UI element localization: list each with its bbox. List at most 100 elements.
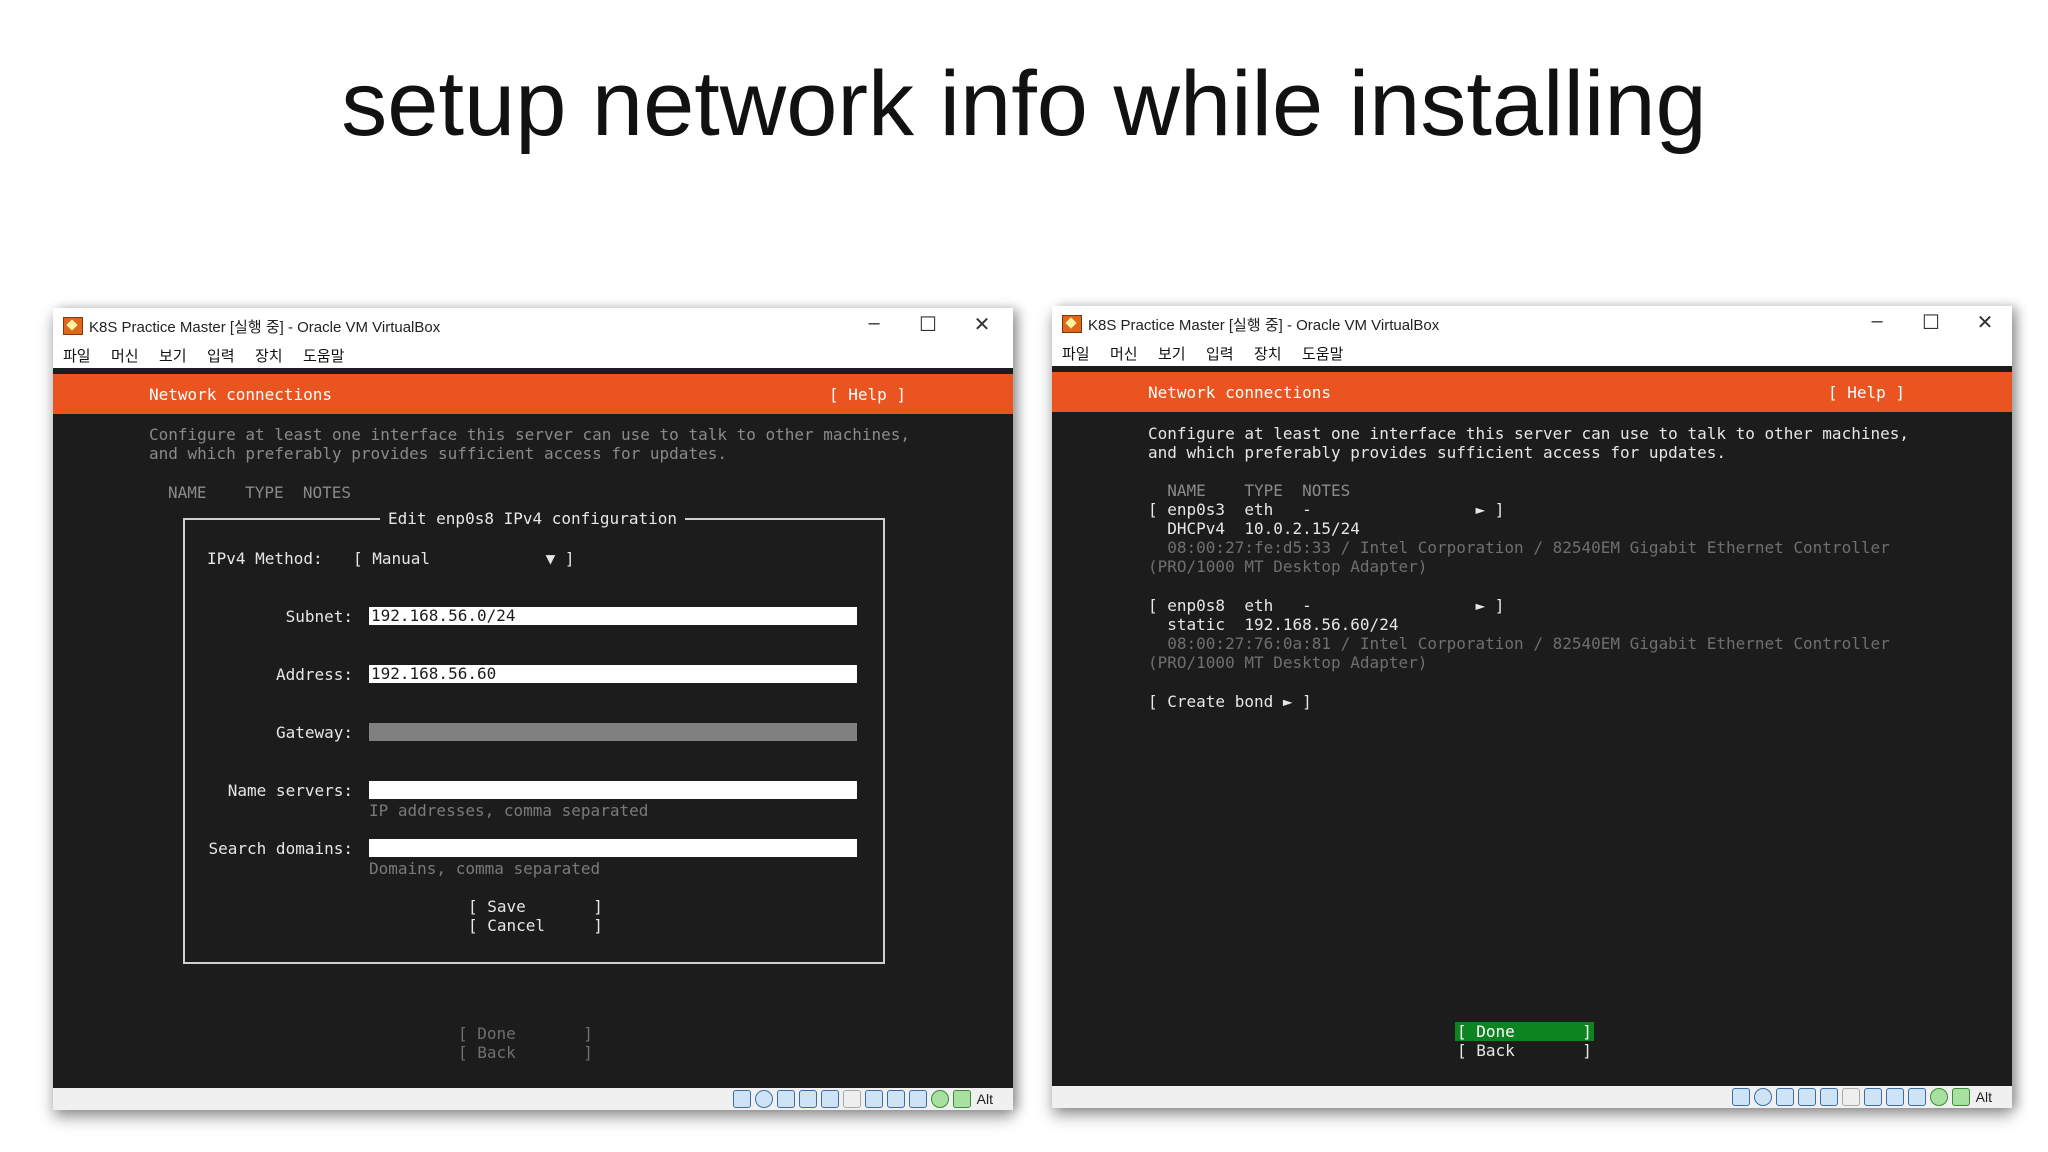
subnet-label: Subnet: [285,607,353,626]
host-key-label: Alt [1975,1089,1992,1105]
installer-header: Network connections [ Help ] [1052,372,2012,412]
gateway-input[interactable] [369,723,857,741]
maximize-button[interactable]: ☐ [913,312,943,337]
window-titlebar: K8S Practice Master [실행 중] - Oracle VM V… [1052,306,2012,340]
close-button[interactable]: ✕ [1970,310,2000,335]
interface-row-enp0s8[interactable]: [ enp0s8 eth - ► ] [1148,596,1504,615]
help-button[interactable]: [ Help ] [1828,383,1905,402]
hard-disk-icon[interactable] [1731,1088,1750,1106]
installer-header: Network connections [ Help ] [53,374,1013,414]
menu-bar: 파일 머신 보기 입력 장치 도움말 [1052,340,2012,366]
shared-folders-icon[interactable] [842,1090,861,1108]
column-headers: NAME TYPE NOTES [168,483,352,502]
interface-row-enp0s3[interactable]: [ enp0s3 eth - ► ] [1148,500,1504,519]
create-bond-button[interactable]: [ Create bond ► ] [1148,692,1312,711]
name-servers-hint: IP addresses, comma separated [369,801,649,820]
display-icon[interactable] [1863,1088,1882,1106]
ipv4-method-select[interactable]: [ Manual ▼ ] [353,549,575,568]
interface-hw-enp0s3: 08:00:27:fe:d5:33 / Intel Corporation / … [1148,538,1890,557]
menu-item-input[interactable]: 입력 [1206,343,1234,364]
video-capture-icon[interactable] [886,1090,905,1108]
maximize-button[interactable]: ☐ [1916,310,1946,335]
subnet-input[interactable]: 192.168.56.0/24 [369,607,857,625]
window-title: K8S Practice Master [실행 중] - Oracle VM V… [1088,317,1440,334]
hard-disk-icon[interactable] [732,1090,751,1108]
intro-line-2: and which preferably provides sufficient… [1148,443,1726,462]
optical-drive-icon[interactable] [754,1090,773,1108]
intro-line-1: Configure at least one interface this se… [149,425,910,444]
virtualization-icon[interactable] [1907,1088,1926,1106]
menu-item-help[interactable]: 도움말 [1302,343,1343,364]
close-button[interactable]: ✕ [967,312,997,337]
name-servers-label: Name servers: [227,781,353,800]
guest-additions-icon[interactable] [930,1090,949,1108]
menu-item-machine[interactable]: 머신 [1110,343,1138,364]
cancel-button[interactable]: [ Cancel ] [468,916,603,935]
window-titlebar: K8S Practice Master [실행 중] - Oracle VM V… [53,308,1013,342]
interface-adapter-enp0s8: (PRO/1000 MT Desktop Adapter) [1148,653,1428,672]
save-button[interactable]: [ Save ] [468,897,603,916]
minimize-button[interactable]: – [1862,310,1892,333]
slide-title: setup network info while installing [341,53,1707,155]
network-icon[interactable] [798,1090,817,1108]
status-bar: Alt [1052,1086,2012,1108]
menu-item-file[interactable]: 파일 [63,345,91,366]
interface-adapter-enp0s3: (PRO/1000 MT Desktop Adapter) [1148,557,1428,576]
optical-drive-icon[interactable] [1753,1088,1772,1106]
dialog-title: Edit enp0s8 IPv4 configuration [380,509,685,528]
audio-icon[interactable] [776,1090,795,1108]
menu-item-view[interactable]: 보기 [159,345,187,366]
menu-item-input[interactable]: 입력 [207,345,235,366]
vm-screen[interactable]: Network connections [ Help ] Configure a… [1052,366,2012,1086]
minimize-button[interactable]: – [859,312,889,335]
ipv4-config-dialog: Edit enp0s8 IPv4 configuration IPv4 Meth… [183,509,885,964]
done-button[interactable]: [ Done ] [458,1024,593,1043]
column-headers: NAME TYPE NOTES [1148,481,1351,500]
back-button[interactable]: [ Back ] [1457,1041,1592,1060]
help-button[interactable]: [ Help ] [829,385,906,404]
guest-additions-icon[interactable] [1929,1088,1948,1106]
interface-address-enp0s3: DHCPv4 10.0.2.15/24 [1148,519,1360,538]
menu-item-machine[interactable]: 머신 [111,345,139,366]
virtualization-icon[interactable] [908,1090,927,1108]
interface-hw-enp0s8: 08:00:27:76:0a:81 / Intel Corporation / … [1148,634,1890,653]
usb-icon[interactable] [1819,1088,1838,1106]
vm-screen[interactable]: Network connections [ Help ] Configure a… [53,368,1013,1088]
search-domains-input[interactable] [369,839,857,857]
virtualbox-window-left: K8S Practice Master [실행 중] - Oracle VM V… [53,308,1013,1110]
video-capture-icon[interactable] [1885,1088,1904,1106]
gateway-label: Gateway: [275,723,353,742]
done-button[interactable]: [ Done ] [1455,1022,1594,1041]
virtualbox-window-right: K8S Practice Master [실행 중] - Oracle VM V… [1052,306,2012,1108]
display-icon[interactable] [864,1090,883,1108]
interface-address-enp0s8: static 192.168.56.60/24 [1148,615,1399,634]
intro-line-2: and which preferably provides sufficient… [149,444,727,463]
menu-bar: 파일 머신 보기 입력 장치 도움말 [53,342,1013,368]
status-bar: Alt [53,1088,1013,1110]
menu-item-file[interactable]: 파일 [1062,343,1090,364]
audio-icon[interactable] [1775,1088,1794,1106]
menu-item-view[interactable]: 보기 [1158,343,1186,364]
ipv4-method-label: IPv4 Method: [207,549,323,568]
mouse-integration-icon[interactable] [952,1090,971,1108]
search-domains-hint: Domains, comma separated [369,859,601,878]
network-icon[interactable] [1797,1088,1816,1106]
window-title: K8S Practice Master [실행 중] - Oracle VM V… [89,319,441,336]
shared-folders-icon[interactable] [1841,1088,1860,1106]
header-title: Network connections [149,385,333,404]
address-input[interactable]: 192.168.56.60 [369,665,857,683]
mouse-integration-icon[interactable] [1951,1088,1970,1106]
header-title: Network connections [1148,383,1332,402]
usb-icon[interactable] [820,1090,839,1108]
intro-line-1: Configure at least one interface this se… [1148,424,1909,443]
virtualbox-app-icon [1062,315,1082,333]
menu-item-help[interactable]: 도움말 [303,345,344,366]
name-servers-input[interactable] [369,781,857,799]
host-key-label: Alt [976,1091,993,1107]
back-button[interactable]: [ Back ] [458,1043,593,1062]
search-domains-label: Search domains: [208,839,354,858]
virtualbox-app-icon [63,317,83,335]
menu-item-devices[interactable]: 장치 [255,345,283,366]
menu-item-devices[interactable]: 장치 [1254,343,1282,364]
address-label: Address: [275,665,353,684]
